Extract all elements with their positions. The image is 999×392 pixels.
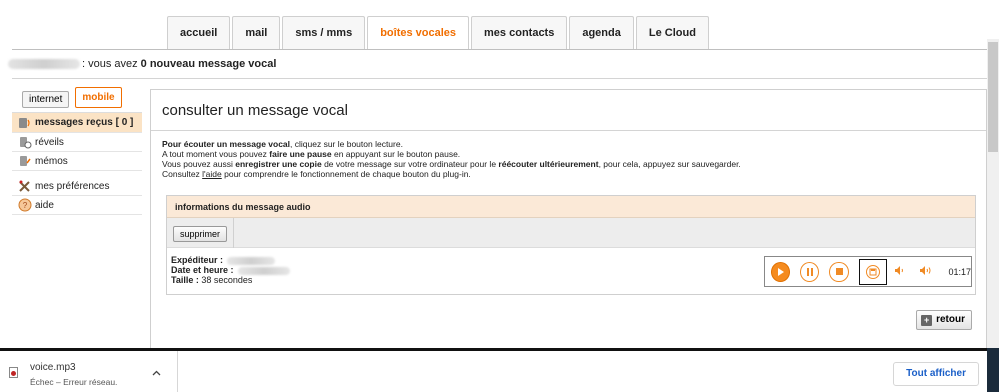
chevron-up-icon[interactable] bbox=[152, 368, 161, 378]
sidebar-item-memos[interactable]: mémos bbox=[12, 152, 142, 171]
pause-button[interactable] bbox=[800, 261, 820, 282]
sidebar-item-label: messages reçus [ 0 ] bbox=[35, 117, 134, 128]
size-value: 38 secondes bbox=[201, 275, 253, 285]
tab-agenda[interactable]: agenda bbox=[569, 16, 634, 49]
download-status: Échec – Erreur réseau. bbox=[30, 377, 118, 387]
stop-button[interactable] bbox=[829, 261, 849, 282]
show-all-downloads-button[interactable]: Tout afficher bbox=[893, 362, 979, 386]
instruction-line-4: Consultez l'aide pour comprendre le fonc… bbox=[162, 169, 471, 179]
sidebar: internet mobile messages reçus [ 0 ] rév… bbox=[12, 86, 142, 215]
redacted-datetime bbox=[237, 266, 290, 275]
title-divider bbox=[151, 130, 986, 131]
redacted-username bbox=[8, 59, 80, 69]
sidebar-tab-mobile[interactable]: mobile bbox=[75, 87, 122, 108]
help-icon: ? bbox=[18, 198, 32, 212]
playback-time: 01:17 bbox=[948, 266, 971, 277]
sender-row: Expéditeur : bbox=[171, 255, 290, 265]
instructions: Pour écouter un message vocal, cliquez s… bbox=[162, 139, 741, 179]
save-icon bbox=[866, 264, 881, 279]
download-bar: voice.mp3 Échec – Erreur réseau. Tout af… bbox=[0, 348, 999, 392]
tab-mes-contacts[interactable]: mes contacts bbox=[471, 16, 568, 49]
sidebar-item-aide[interactable]: ? aide bbox=[12, 196, 142, 215]
audio-player: 01:17 bbox=[764, 256, 972, 287]
play-button[interactable] bbox=[771, 261, 791, 282]
voicemail-icon bbox=[18, 116, 32, 130]
audio-info-box: informations du message audio supprimer … bbox=[166, 195, 976, 295]
sidebar-item-messages-recus[interactable]: messages reçus [ 0 ] bbox=[12, 113, 142, 133]
preferences-icon bbox=[18, 179, 32, 193]
taskbar-edge bbox=[987, 348, 999, 392]
back-button[interactable]: + retour bbox=[916, 310, 972, 330]
delete-button[interactable]: supprimer bbox=[173, 226, 228, 242]
pause-icon bbox=[806, 267, 813, 276]
tab-accueil[interactable]: accueil bbox=[167, 16, 231, 49]
memo-icon bbox=[18, 154, 32, 168]
message-metadata: Expéditeur : Date et heure : Taille : 38… bbox=[171, 255, 290, 285]
main-panel: consulter un message vocal Pour écouter … bbox=[150, 89, 987, 349]
tab-mail[interactable]: mail bbox=[232, 16, 281, 49]
tab-sms-mms[interactable]: sms / mms bbox=[282, 16, 366, 49]
help-link[interactable]: l'aide bbox=[202, 169, 222, 179]
page: accueil mail sms / mms boîtes vocales me… bbox=[0, 0, 999, 392]
instruction-line-2: A tout moment vous pouvez faire une paus… bbox=[162, 149, 461, 159]
download-item[interactable]: voice.mp3 Échec – Erreur réseau. bbox=[0, 351, 178, 392]
size-row: Taille : 38 secondes bbox=[171, 275, 253, 285]
tab-boites-vocales[interactable]: boîtes vocales bbox=[367, 16, 470, 50]
notice-count: 0 nouveau message vocal bbox=[140, 58, 277, 70]
volume-down-icon[interactable] bbox=[895, 266, 906, 277]
save-button[interactable] bbox=[858, 258, 888, 285]
redacted-sender bbox=[227, 256, 276, 265]
page-scrollbar-thumb[interactable] bbox=[988, 42, 998, 152]
back-icon: + bbox=[921, 314, 933, 326]
play-icon bbox=[777, 267, 784, 276]
alarm-icon bbox=[18, 135, 32, 149]
sidebar-tab-internet[interactable]: internet bbox=[22, 91, 70, 108]
sidebar-item-mes-preferences[interactable]: mes préférences bbox=[12, 177, 142, 196]
volume-up-icon[interactable] bbox=[920, 266, 932, 277]
tabs-divider bbox=[12, 49, 987, 50]
sidebar-item-label: aide bbox=[35, 199, 54, 211]
tab-le-cloud[interactable]: Le Cloud bbox=[635, 16, 709, 49]
sidebar-item-label: mes préférences bbox=[35, 180, 110, 192]
sidebar-item-reveils[interactable]: réveils bbox=[12, 133, 142, 152]
sidebar-list: messages reçus [ 0 ] réveils mémos mes p bbox=[12, 112, 142, 215]
back-label: retour bbox=[936, 314, 965, 325]
notice-divider bbox=[12, 78, 987, 79]
page-title: consulter un message vocal bbox=[162, 102, 348, 119]
svg-text:?: ? bbox=[23, 201, 28, 210]
stop-icon bbox=[835, 268, 843, 275]
audio-toolbar: supprimer bbox=[167, 218, 975, 248]
audio-file-icon bbox=[9, 367, 18, 378]
instruction-line-3: Vous pouvez aussi enregistrer une copie … bbox=[162, 159, 741, 169]
toolbar-divider bbox=[233, 218, 234, 248]
instruction-line-1: Pour écouter un message vocal, cliquez s… bbox=[162, 139, 403, 149]
download-filename: voice.mp3 bbox=[30, 362, 76, 373]
audio-info-header: informations du message audio bbox=[167, 196, 975, 218]
main-tabs: accueil mail sms / mms boîtes vocales me… bbox=[167, 16, 711, 50]
voicemail-notice: : vous avez 0 nouveau message vocal bbox=[8, 58, 279, 70]
sidebar-tabs: internet mobile bbox=[12, 86, 142, 108]
sidebar-item-label: mémos bbox=[35, 155, 68, 167]
notice-prefix: : vous avez bbox=[82, 58, 138, 70]
sidebar-item-label: réveils bbox=[35, 136, 64, 148]
datetime-row: Date et heure : bbox=[171, 265, 290, 275]
